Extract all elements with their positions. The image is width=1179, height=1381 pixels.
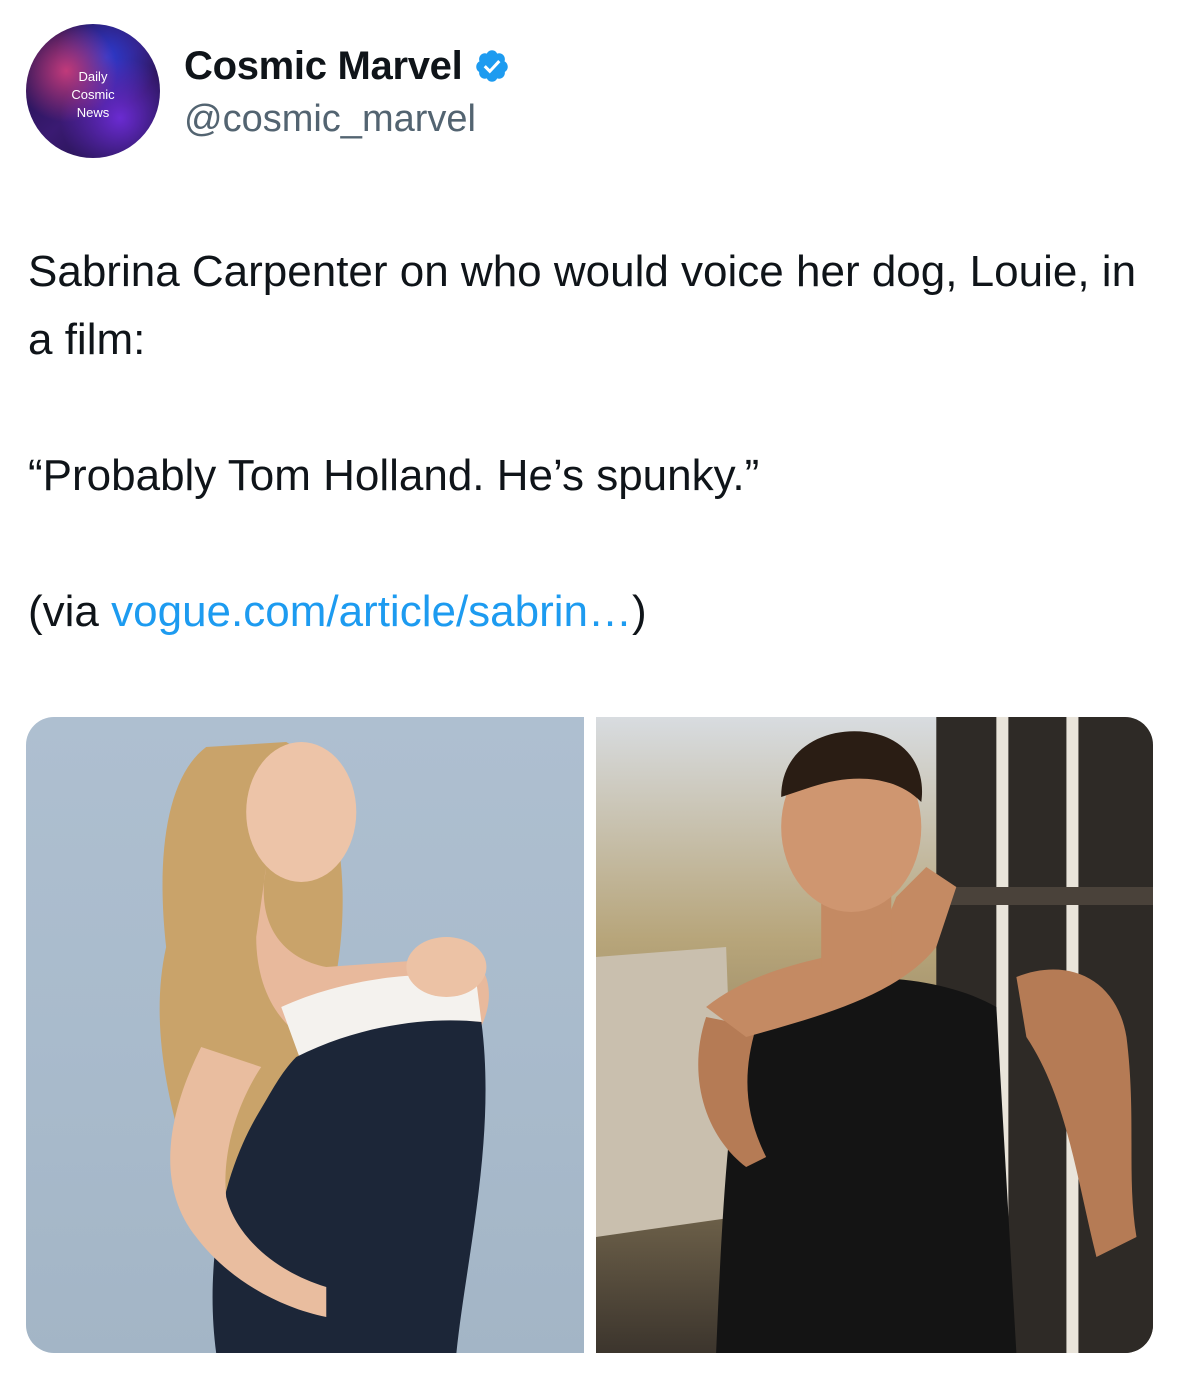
author-name-row: Cosmic Marvel — [184, 42, 510, 90]
verified-badge-icon — [476, 50, 509, 82]
tweet-line: Sabrina Carpenter on who would voice her… — [28, 247, 1137, 364]
tweet-via: (via vogue.com/article/sabrin…) — [28, 587, 647, 636]
photo-man-portrait[interactable] — [595, 717, 1153, 1353]
photo-woman-portrait[interactable] — [26, 717, 584, 1353]
woman-photo-illustration — [159, 742, 489, 1353]
avatar-logo-text: Daily Cosmic News — [71, 69, 115, 120]
avatar[interactable]: Daily Cosmic News — [26, 24, 160, 158]
tweet-text: Sabrina Carpenter on who would voice her… — [28, 238, 1148, 646]
vogue-link[interactable]: vogue.com/article/sabrin… — [111, 587, 632, 636]
author-handle[interactable]: @cosmic_marvel — [184, 98, 476, 141]
man-photo-illustration — [595, 717, 1153, 1353]
tweet-quote: “Probably Tom Holland. He’s spunky.” — [28, 451, 760, 500]
media-grid — [26, 717, 1153, 1353]
display-name[interactable]: Cosmic Marvel — [184, 44, 463, 89]
